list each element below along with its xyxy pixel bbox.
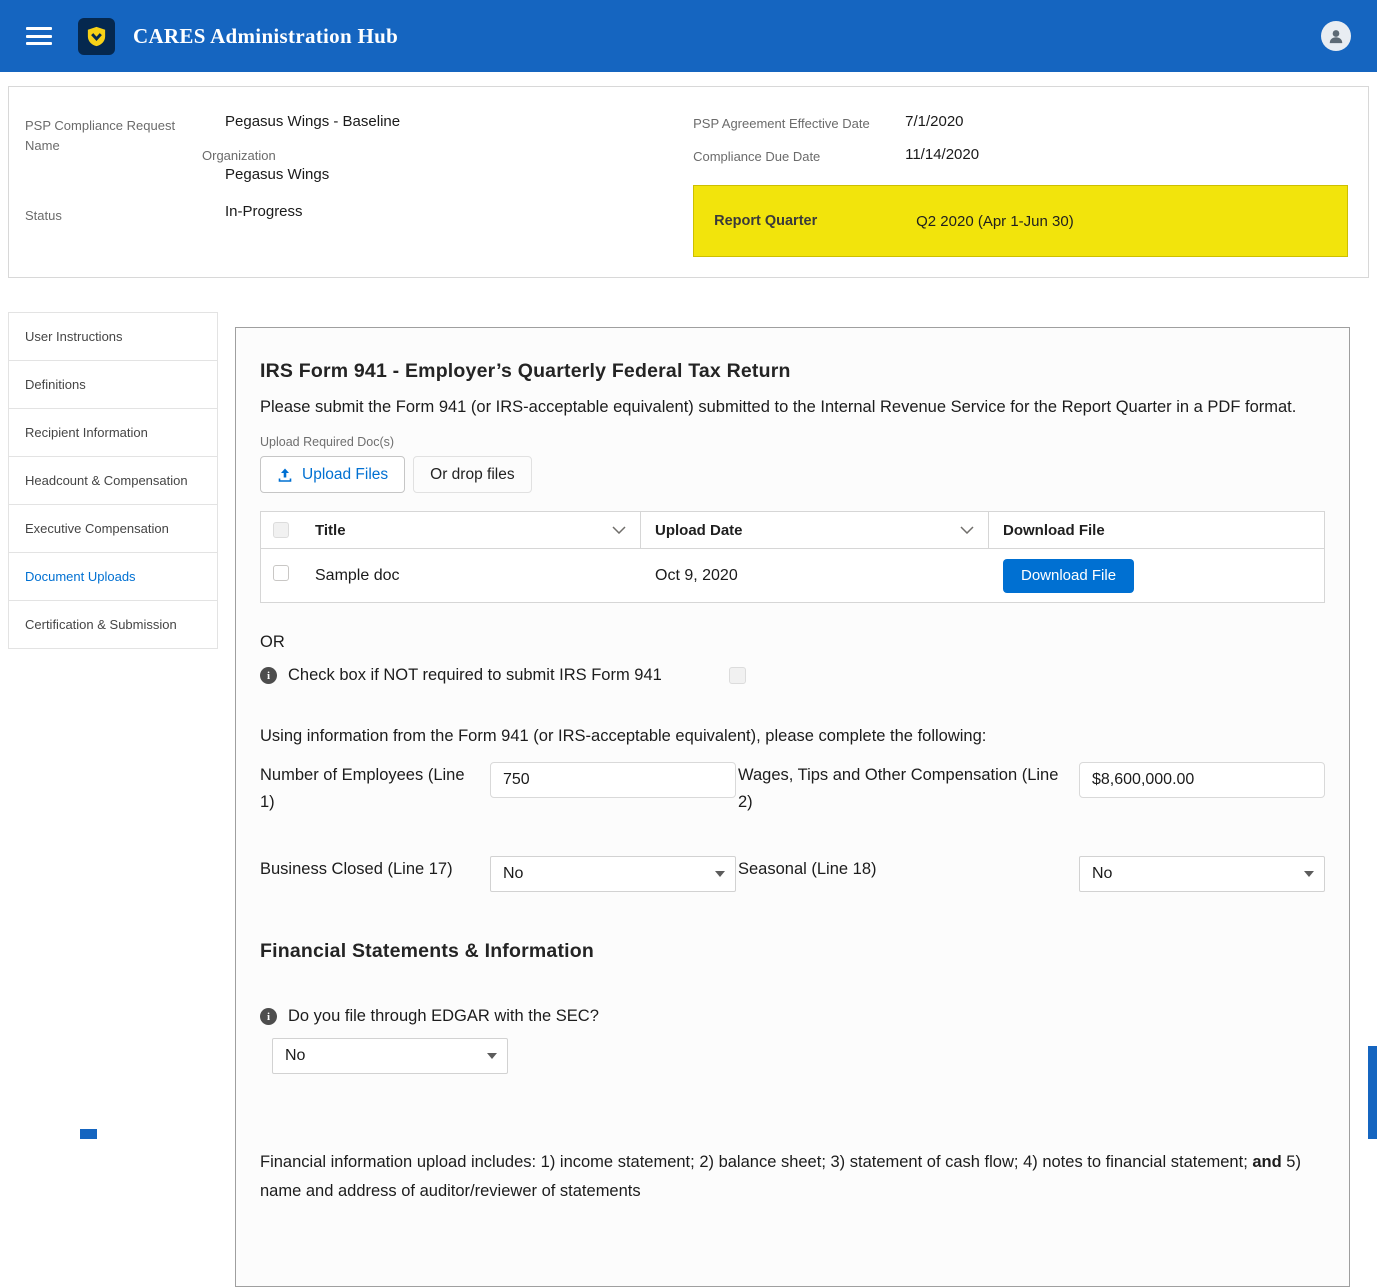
sidebar-item-executive-compensation[interactable]: Executive Compensation: [9, 505, 217, 553]
seasonal-select[interactable]: No: [1079, 856, 1325, 892]
info-icon[interactable]: [260, 667, 277, 684]
form941-title: IRS Form 941 - Employer’s Quarterly Fede…: [260, 360, 1325, 383]
sidebar-item-document-uploads[interactable]: Document Uploads: [9, 553, 217, 601]
table-row: Sample doc Oct 9, 2020 Download File: [261, 549, 1324, 602]
content-area: User Instructions Definitions Recipient …: [8, 312, 1369, 1287]
compliance-summary-card: PSP Compliance Request Name Pegasus Wing…: [8, 86, 1369, 278]
user-avatar-icon[interactable]: [1321, 21, 1351, 51]
sidebar-item-certification-submission[interactable]: Certification & Submission: [9, 601, 217, 649]
wages-label: Wages, Tips and Other Compensation (Line…: [736, 762, 1079, 816]
documents-table-header: Title Upload Date Download File: [261, 512, 1324, 549]
app-header: CARES Administration Hub: [0, 0, 1377, 72]
info-icon[interactable]: [260, 1008, 277, 1025]
or-separator: OR: [260, 633, 1325, 652]
upload-files-button[interactable]: Upload Files: [260, 456, 405, 493]
upload-icon: [277, 467, 293, 483]
app-title: CARES Administration Hub: [133, 24, 398, 49]
business-closed-label: Business Closed (Line 17): [260, 856, 490, 883]
wages-input[interactable]: [1079, 762, 1325, 798]
upload-files-label: Upload Files: [302, 466, 388, 484]
employees-label: Number of Employees (Line 1): [260, 762, 490, 816]
request-name-label: PSP Compliance Request Name: [25, 113, 225, 183]
due-date-label: Compliance Due Date: [693, 146, 905, 164]
effective-date-label: PSP Agreement Effective Date: [693, 113, 905, 131]
download-file-button[interactable]: Download File: [1003, 559, 1134, 593]
edgar-select[interactable]: No: [272, 1038, 508, 1074]
employees-input[interactable]: [490, 762, 736, 798]
organization-value: Pegasus Wings: [225, 166, 400, 183]
document-uploads-panel: IRS Form 941 - Employer’s Quarterly Fede…: [235, 327, 1350, 1287]
upload-required-label: Upload Required Doc(s): [260, 435, 1325, 449]
horizontal-scrollbar-thumb[interactable]: [80, 1129, 97, 1139]
financial-section-title: Financial Statements & Information: [260, 940, 1325, 963]
seasonal-label: Seasonal (Line 18): [736, 856, 1079, 883]
sidebar-item-recipient-information[interactable]: Recipient Information: [9, 409, 217, 457]
row-title: Sample doc: [301, 567, 641, 585]
form941-fields: Number of Employees (Line 1) Wages, Tips…: [260, 762, 1325, 892]
chevron-down-icon[interactable]: [960, 526, 974, 534]
column-header-download-file: Download File: [989, 512, 1324, 548]
sidebar-item-headcount-compensation[interactable]: Headcount & Compensation: [9, 457, 217, 505]
not-required-checkbox[interactable]: [729, 667, 746, 684]
not-required-label: Check box if NOT required to submit IRS …: [288, 666, 662, 685]
form941-description: Please submit the Form 941 (or IRS-accep…: [260, 393, 1325, 421]
due-date-value: 11/14/2020: [905, 146, 979, 164]
row-checkbox[interactable]: [273, 565, 289, 581]
report-quarter-value: Q2 2020 (Apr 1-Jun 30): [916, 213, 1074, 230]
sidebar-item-user-instructions[interactable]: User Instructions: [9, 313, 217, 361]
column-header-upload-date[interactable]: Upload Date: [641, 512, 989, 548]
dropdown-arrow-icon: [487, 1053, 497, 1059]
business-closed-select[interactable]: No: [490, 856, 736, 892]
complete-following-text: Using information from the Form 941 (or …: [260, 727, 1325, 746]
summary-left-column: PSP Compliance Request Name Pegasus Wing…: [25, 109, 693, 257]
drop-files-label: Or drop files: [430, 466, 514, 484]
financial-upload-note: Financial information upload includes: 1…: [260, 1148, 1325, 1206]
dropdown-arrow-icon: [1304, 871, 1314, 877]
menu-icon[interactable]: [26, 23, 52, 50]
section-nav: User Instructions Definitions Recipient …: [8, 312, 218, 649]
report-quarter-highlight: Report Quarter Q2 2020 (Apr 1-Jun 30): [693, 185, 1348, 257]
row-upload-date: Oct 9, 2020: [641, 567, 989, 585]
drop-files-zone[interactable]: Or drop files: [413, 456, 531, 493]
organization-label: Organization: [202, 148, 400, 163]
request-name-value: Pegasus Wings - Baseline: [225, 113, 400, 130]
vertical-scrollbar-thumb[interactable]: [1368, 1046, 1377, 1139]
dropdown-arrow-icon: [715, 871, 725, 877]
documents-table: Title Upload Date Download File Sa: [260, 511, 1325, 603]
status-value: In-Progress: [225, 203, 303, 226]
select-all-checkbox[interactable]: [273, 522, 289, 538]
status-label: Status: [25, 203, 225, 226]
edgar-question-label: Do you file through EDGAR with the SEC?: [288, 1007, 599, 1026]
sidebar-item-definitions[interactable]: Definitions: [9, 361, 217, 409]
effective-date-value: 7/1/2020: [905, 113, 963, 131]
app-logo-icon: [78, 18, 115, 55]
summary-right-column: PSP Agreement Effective Date 7/1/2020 Co…: [693, 109, 1348, 257]
chevron-down-icon[interactable]: [612, 526, 626, 534]
column-header-title[interactable]: Title: [301, 512, 641, 548]
report-quarter-label: Report Quarter: [714, 213, 916, 229]
